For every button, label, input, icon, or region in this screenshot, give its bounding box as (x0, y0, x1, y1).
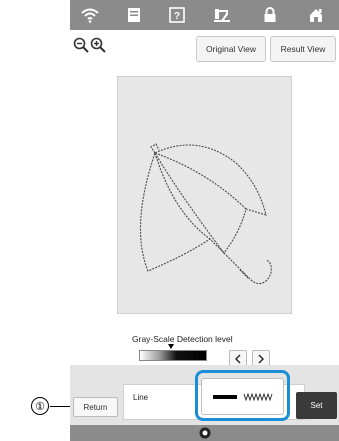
chevron-left-icon (235, 354, 241, 364)
lock-icon[interactable] (258, 3, 282, 27)
zoom-in-icon[interactable] (90, 37, 106, 53)
wifi-icon[interactable] (78, 3, 102, 27)
home-icon[interactable] (304, 3, 328, 27)
machine-screen: ? Original View Result View Gray-Scale D… (70, 0, 339, 441)
callout-number: ① (31, 397, 49, 415)
line-label: Line (133, 393, 149, 402)
preview-area (70, 66, 339, 324)
grayscale-label: Gray-Scale Detection level (132, 334, 233, 344)
chevron-right-icon (258, 354, 264, 364)
umbrella-line-drawing (139, 143, 272, 285)
view-controls: Original View Result View (70, 30, 339, 66)
top-toolbar: ? (70, 0, 339, 30)
document-icon[interactable] (122, 3, 146, 27)
original-view-button[interactable]: Original View (196, 36, 266, 62)
svg-text:?: ? (174, 11, 180, 22)
result-view-button[interactable]: Result View (270, 36, 336, 62)
grayscale-level-marker (168, 344, 174, 349)
embroidery-preview (117, 76, 292, 314)
return-button[interactable]: Return (73, 397, 118, 417)
zoom-out-icon[interactable] (73, 37, 89, 53)
set-button[interactable]: Set (296, 392, 337, 419)
grayscale-slider[interactable] (139, 350, 207, 361)
needle-position-icon[interactable] (199, 427, 211, 439)
callout-highlight (195, 370, 290, 421)
help-icon[interactable]: ? (165, 3, 189, 27)
thread-icon[interactable] (210, 3, 234, 27)
